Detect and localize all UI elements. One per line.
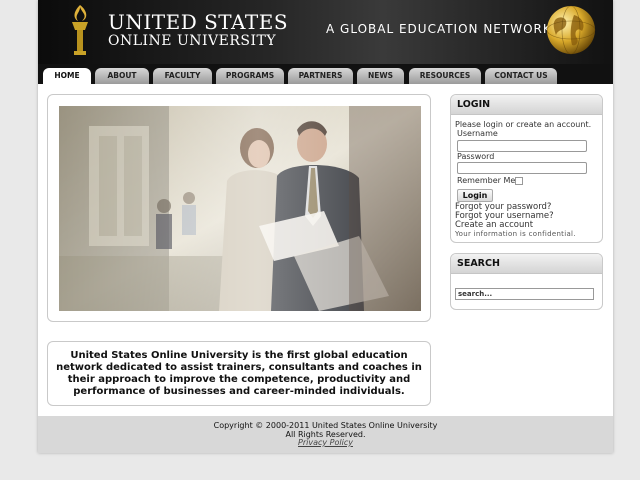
login-panel: LOGIN Please login or create an account.… <box>450 94 603 243</box>
password-label: Password <box>457 152 495 161</box>
search-input[interactable]: search... <box>455 288 594 300</box>
copyright-text: Copyright © 2000-2011 United States Onli… <box>213 421 438 430</box>
nav-tab-home[interactable]: HOME <box>43 68 91 84</box>
intro-text: United States Online University is the f… <box>56 350 422 397</box>
nav-tab-programs[interactable]: PROGRAMS <box>216 68 284 84</box>
hero-photo-panel <box>47 94 431 322</box>
remember-me-checkbox[interactable] <box>515 177 523 185</box>
privacy-row: Privacy Policy <box>38 438 613 447</box>
torch-icon <box>72 5 88 55</box>
globe-icon <box>546 5 596 55</box>
main-nav: HOME ABOUT FACULTY PROGRAMS PARTNERS NEW… <box>38 64 613 84</box>
logo-title: UNITED STATES <box>108 10 289 34</box>
password-field[interactable] <box>457 162 587 174</box>
nav-tab-resources[interactable]: RESOURCES <box>409 68 481 84</box>
remember-me-label: Remember Me <box>457 176 516 185</box>
username-field[interactable] <box>457 140 587 152</box>
page-container: UNITED STATES ONLINE UNIVERSITY A GLOBAL… <box>38 0 613 453</box>
login-prompt: Please login or create an account. <box>455 120 592 129</box>
nav-tab-about[interactable]: ABOUT <box>95 68 149 84</box>
nav-tab-news[interactable]: NEWS <box>357 68 404 84</box>
site-header: UNITED STATES ONLINE UNIVERSITY A GLOBAL… <box>38 0 613 64</box>
nav-tab-contact-us[interactable]: CONTACT US <box>485 68 557 84</box>
header-tagline: A GLOBAL EDUCATION NETWORK <box>326 22 552 36</box>
site-footer: Copyright © 2000-2011 United States Onli… <box>38 416 613 453</box>
username-label: Username <box>457 129 498 138</box>
login-heading: LOGIN <box>451 95 602 115</box>
privacy-policy-link[interactable]: Privacy Policy <box>298 438 353 447</box>
nav-tab-faculty[interactable]: FACULTY <box>153 68 212 84</box>
search-heading: SEARCH <box>451 254 602 274</box>
intro-panel: United States Online University is the f… <box>47 341 431 406</box>
login-button[interactable]: Login <box>457 189 493 202</box>
create-account-link[interactable]: Create an account <box>455 220 533 230</box>
nav-tab-partners[interactable]: PARTNERS <box>288 68 353 84</box>
search-panel: SEARCH search... <box>450 253 603 310</box>
hero-photo <box>59 106 421 311</box>
confidential-note: Your information is confidential. <box>455 230 576 238</box>
logo-subtitle: ONLINE UNIVERSITY <box>108 33 277 49</box>
